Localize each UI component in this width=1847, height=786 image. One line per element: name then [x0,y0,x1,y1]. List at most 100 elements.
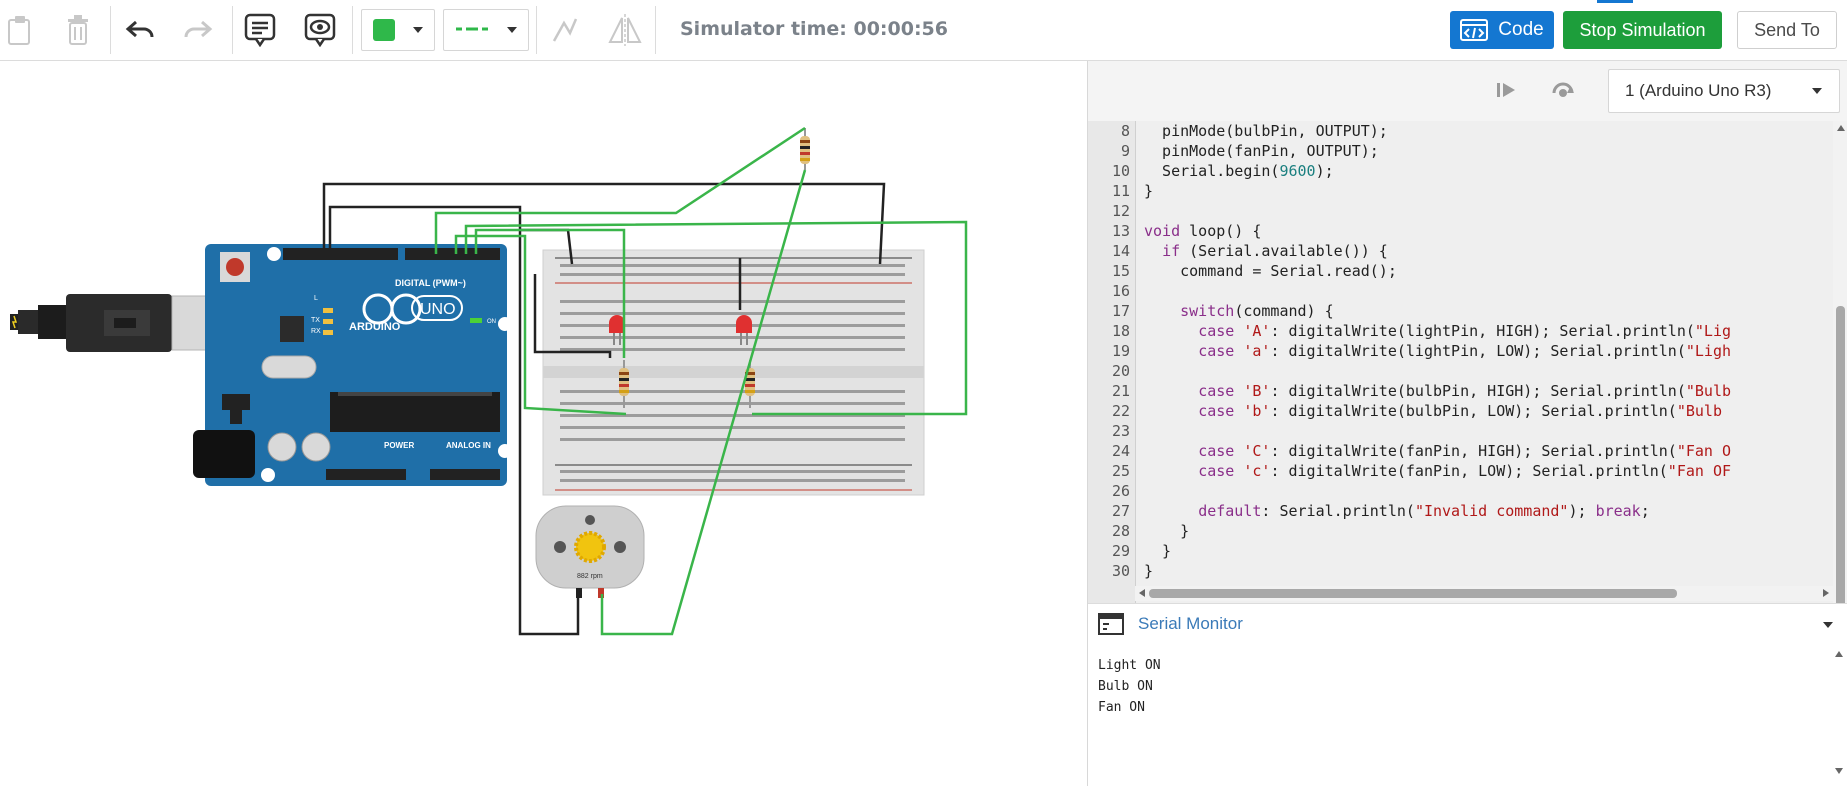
toolbar-divider [655,6,656,54]
line-number: 11 [1111,182,1130,200]
line-number: 15 [1111,262,1130,280]
line-number: 14 [1111,242,1130,260]
on-label: ON [487,319,496,325]
breadboard[interactable] [542,249,925,496]
serial-line: Fan ON [1098,700,1145,715]
flip-icon[interactable] [605,8,645,52]
code-line: if (Serial.available()) { [1162,242,1388,260]
send-to-button[interactable]: Send To [1737,11,1837,49]
line-number: 17 [1111,302,1130,320]
toolbar-divider [536,6,537,54]
line-number: 29 [1111,542,1130,560]
line-number: 20 [1111,362,1130,380]
code-icon [1460,19,1489,41]
horizontal-scrollbar[interactable] [1135,586,1833,601]
line-number: 23 [1111,422,1130,440]
delete-icon[interactable] [58,8,98,52]
code-line: default: Serial.println("Invalid command… [1198,502,1650,520]
visibility-icon[interactable] [300,8,340,52]
wire-style-icon [456,27,488,31]
circuit-canvas[interactable]: ARDUINO UNO DIGITAL (PWM~) POWER ANALOG … [0,61,1086,786]
dc-motor[interactable]: 882 rpm [535,505,645,598]
code-line: } [1144,542,1172,560]
digital-label: DIGITAL (PWM~) [395,278,466,288]
code-panel-header: 1 (Arduino Uno R3) [1088,61,1847,121]
board-model: UNO [420,301,456,318]
simulator-time: Simulator time: 00:00:56 [680,18,948,40]
chevron-down-icon [413,27,423,33]
line-number: 28 [1111,522,1130,540]
scroll-down-icon[interactable] [1835,768,1843,774]
send-to-label: Send To [1754,19,1820,40]
line-number: 10 [1111,162,1130,180]
serial-output[interactable]: Light ON Bulb ON Fan ON [1088,644,1847,786]
chevron-down-icon [507,27,517,33]
redo-icon[interactable] [178,8,218,52]
code-line: case 'A': digitalWrite(lightPin, HIGH); … [1198,322,1732,340]
serial-line: Bulb ON [1098,679,1153,694]
circuit-drawing: ARDUINO UNO DIGITAL (PWM~) POWER ANALOG … [10,126,968,636]
fill-color-dropdown[interactable] [361,9,435,51]
line-number: 8 [1120,122,1130,140]
terminal-icon [1098,613,1124,635]
serial-monitor-header[interactable]: Serial Monitor [1088,603,1847,645]
stop-simulation-label: Stop Simulation [1579,19,1706,40]
code-line: case 'B': digitalWrite(bulbPin, HIGH); S… [1198,382,1732,400]
code-line: case 'c': digitalWrite(fanPin, LOW); Ser… [1198,462,1732,480]
line-number: 12 [1111,202,1130,220]
toolbar-divider [110,6,111,54]
toolbar-divider [232,6,233,54]
rotate-icon[interactable] [545,8,585,52]
arduino-uno-board[interactable]: ARDUINO UNO DIGITAL (PWM~) POWER ANALOG … [193,244,512,486]
analog-label: ANALOG IN [446,441,491,450]
code-line: } [1144,562,1154,580]
code-editor[interactable]: 8 9 10 11 12 13 14 15 16 17 18 19 20 21 22 23 24 25 26 27 28… [1088,121,1833,646]
code-line: } [1144,182,1154,200]
chevron-down-icon [1812,88,1822,94]
restart-icon[interactable] [1550,77,1576,106]
undo-icon[interactable] [120,8,160,52]
line-number: 19 [1111,342,1130,360]
wire-style-dropdown[interactable] [443,9,529,51]
active-indicator [1597,0,1633,3]
line-number: 27 [1111,502,1130,520]
line-number: 24 [1111,442,1130,460]
top-toolbar: Simulator time: 00:00:56 Code Stop Simul… [0,0,1847,61]
line-number: 30 [1111,562,1130,580]
serial-line: Light ON [1098,658,1161,673]
chevron-down-icon[interactable] [1823,622,1833,628]
scroll-up-icon[interactable] [1835,651,1843,657]
scrollbar-thumb[interactable] [1836,306,1845,631]
l-label: L [314,295,318,302]
line-number: 16 [1111,282,1130,300]
code-line: command = Serial.read(); [1144,262,1397,280]
device-select[interactable]: 1 (Arduino Uno R3) [1608,69,1840,113]
paste-icon[interactable] [0,8,40,52]
stop-simulation-button[interactable]: Stop Simulation [1563,11,1722,49]
scrollbar-thumb[interactable] [1149,589,1677,598]
vertical-scrollbar[interactable] [1833,121,1847,646]
device-select-value: 1 (Arduino Uno R3) [1625,81,1772,100]
line-number: 25 [1111,462,1130,480]
resistor[interactable] [800,128,810,170]
power-label: POWER [384,441,414,450]
step-icon[interactable] [1495,79,1519,106]
toolbar-divider [352,6,353,54]
tx-label: TX [311,317,320,324]
notes-icon[interactable] [240,8,280,52]
scroll-up-icon[interactable] [1837,125,1845,131]
code-button[interactable]: Code [1450,11,1554,49]
code-line: case 'C': digitalWrite(fanPin, HIGH); Se… [1198,442,1732,460]
board-brand: ARDUINO [349,321,401,333]
color-swatch [373,19,395,41]
scroll-right-icon[interactable] [1823,589,1829,597]
code-line: case 'b': digitalWrite(bulbPin, LOW); Se… [1198,402,1732,420]
code-line: } [1144,522,1190,540]
serial-monitor-title: Serial Monitor [1138,614,1243,633]
code-button-label: Code [1498,19,1544,40]
line-number: 13 [1111,222,1130,240]
line-number: 26 [1111,482,1130,500]
code-line: case 'a': digitalWrite(lightPin, LOW); S… [1198,342,1732,360]
scroll-left-icon[interactable] [1139,589,1145,597]
rx-label: RX [311,328,321,335]
